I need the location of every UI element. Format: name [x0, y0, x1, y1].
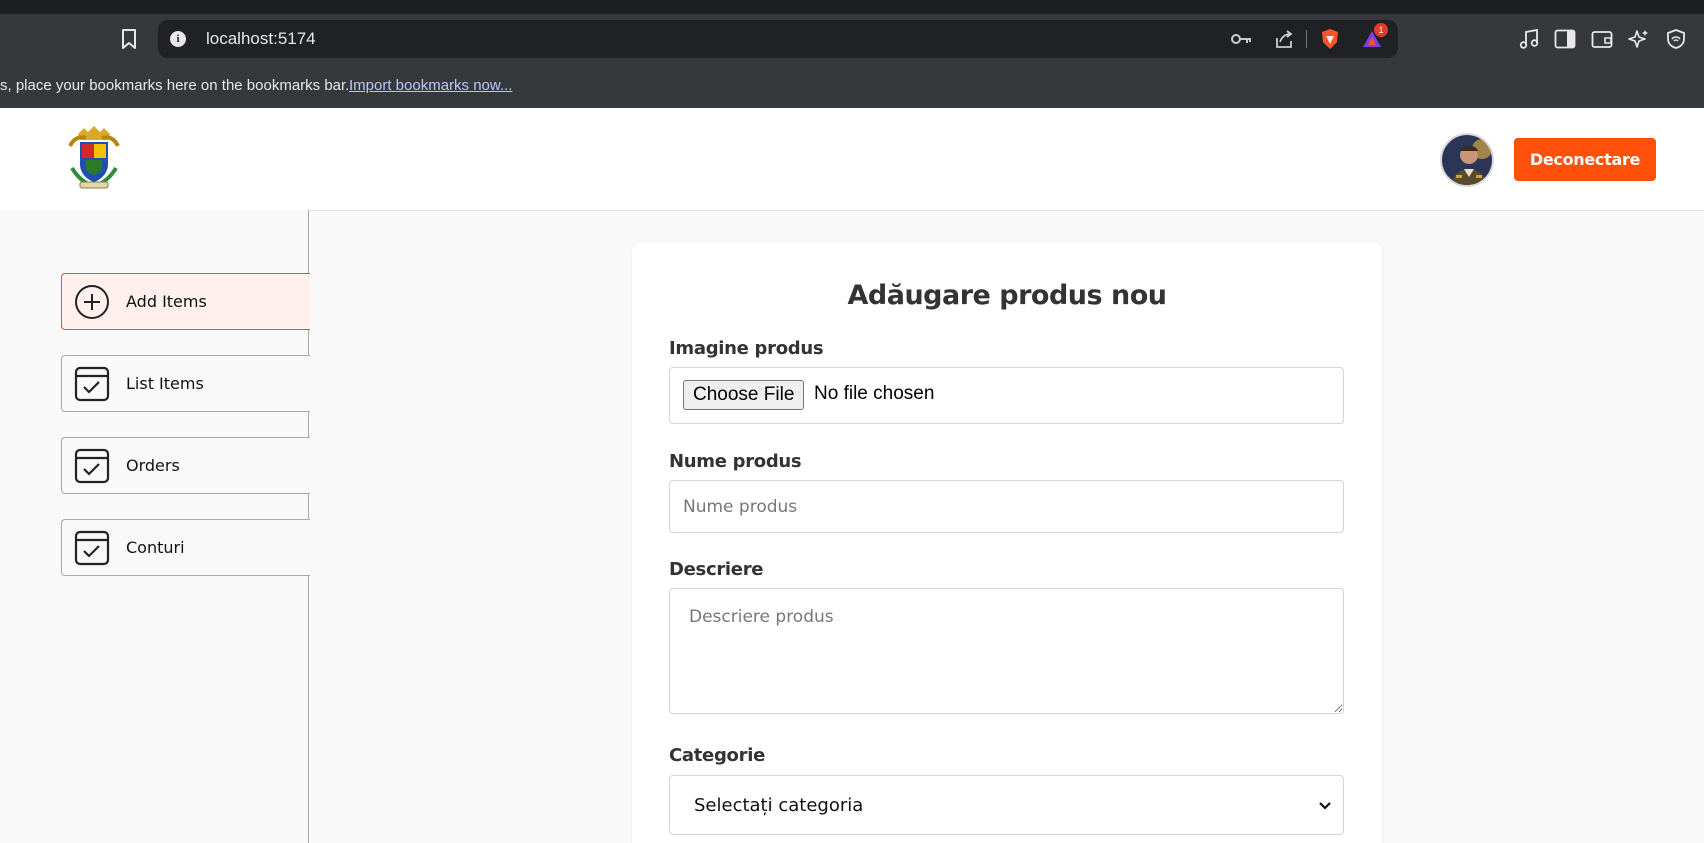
description-textarea[interactable] — [669, 588, 1344, 714]
wallet-icon[interactable] — [1589, 26, 1615, 52]
brave-shields-icon[interactable] — [1318, 28, 1342, 50]
add-product-form: Adăugare produs nou Imagine produs Choos… — [632, 242, 1382, 843]
description-label: Descriere — [669, 559, 764, 580]
omnibox-divider — [1306, 30, 1307, 48]
notification-badge: 1 — [1374, 23, 1388, 37]
sidebar-toggle-icon[interactable] — [1552, 26, 1578, 52]
browser-toolbar: i localhost:5174 1 — [0, 14, 1704, 64]
sidebar-item-label: Orders — [126, 456, 180, 475]
checklist-icon — [73, 447, 111, 485]
sidebar-item-label: Conturi — [126, 538, 185, 557]
leo-ai-icon[interactable] — [1626, 26, 1652, 52]
logout-button[interactable]: Deconectare — [1514, 138, 1656, 181]
sidebar-item-label: List Items — [126, 374, 204, 393]
add-circle-icon — [73, 283, 111, 321]
file-status: No file chosen — [814, 383, 935, 404]
password-key-icon[interactable] — [1230, 28, 1254, 50]
bookmark-icon[interactable] — [116, 26, 142, 52]
coat-of-arms-logo — [66, 124, 122, 192]
bookmarks-bar: s, place your bookmarks here on the book… — [0, 64, 1704, 108]
sidebar-item-add-items[interactable]: Add Items — [61, 273, 310, 330]
sidebar-item-orders[interactable]: Orders — [61, 437, 310, 494]
sidebar: Add Items List Items Orders Conturi — [0, 210, 310, 843]
sidebar-item-list-items[interactable]: List Items — [61, 355, 310, 412]
name-label: Nume produs — [669, 451, 802, 472]
form-title: Adăugare produs nou — [847, 280, 1167, 311]
media-control-icon[interactable] — [1516, 26, 1542, 52]
checklist-icon — [73, 529, 111, 567]
site-info-icon[interactable]: i — [170, 31, 186, 47]
vpn-shield-icon[interactable] — [1663, 26, 1689, 52]
choose-file-button[interactable]: Choose File — [683, 380, 805, 410]
bookmarks-bar-message: s, place your bookmarks here on the book… — [0, 77, 350, 94]
user-avatar[interactable] — [1440, 133, 1494, 187]
brave-rewards-icon[interactable]: 1 — [1360, 23, 1388, 50]
checklist-icon — [73, 365, 111, 403]
product-name-input[interactable] — [669, 480, 1344, 533]
category-selected-value: Selectați categoria — [694, 795, 864, 816]
import-bookmarks-link[interactable]: Import bookmarks now... — [349, 77, 512, 94]
address-bar[interactable]: i localhost:5174 1 — [158, 20, 1398, 58]
app-header: Deconectare — [0, 108, 1704, 210]
url-text[interactable]: localhost:5174 — [206, 29, 316, 49]
category-label: Categorie — [669, 745, 765, 766]
category-select[interactable]: Selectați categoria — [669, 775, 1344, 835]
sidebar-item-label: Add Items — [126, 292, 207, 311]
share-icon[interactable] — [1272, 28, 1296, 50]
image-label: Imagine produs — [669, 338, 824, 359]
sidebar-item-conturi[interactable]: Conturi — [61, 519, 310, 576]
image-file-input[interactable]: Choose File No file chosen — [669, 367, 1344, 424]
chevron-down-icon — [1317, 797, 1333, 813]
window-top-strip — [0, 0, 1704, 14]
